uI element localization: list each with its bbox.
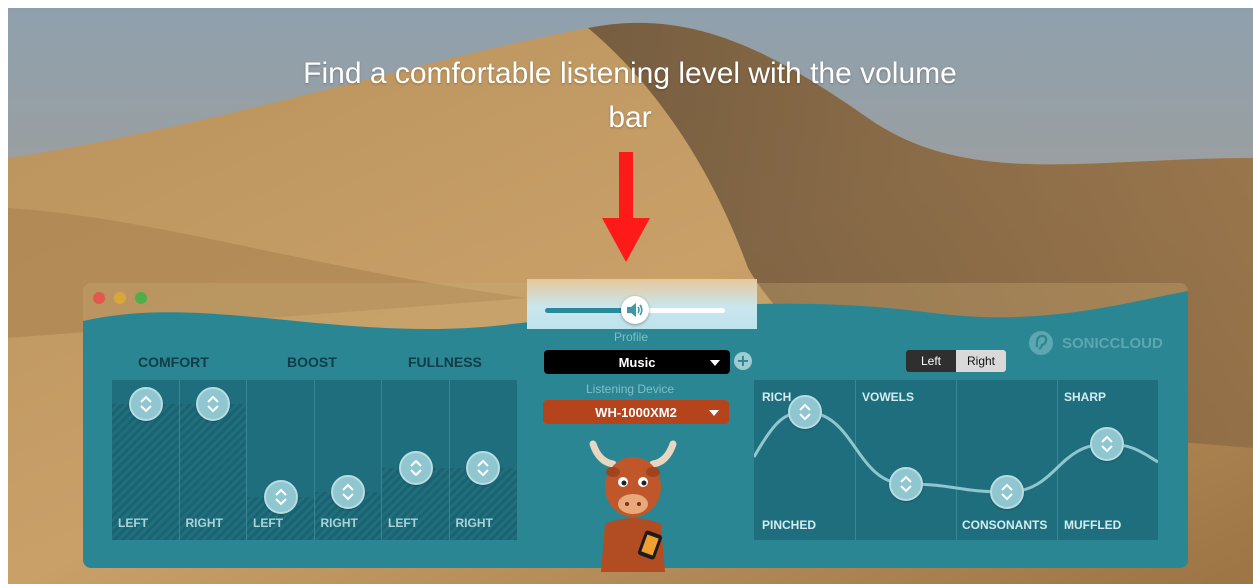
up-down-chevron-icon: [342, 483, 354, 501]
ear-toggle-left[interactable]: Left: [906, 350, 956, 372]
up-down-chevron-icon: [410, 459, 422, 477]
adjust-column-label: RIGHT: [185, 516, 223, 530]
plus-icon: +: [736, 351, 750, 370]
adjust-column-label: LEFT: [253, 516, 283, 530]
pinched-label: PINCHED: [762, 518, 817, 532]
adjust-column: LEFT: [112, 380, 180, 540]
profile-dropdown-value: Music: [618, 354, 656, 370]
tone-slider-knob[interactable]: [1090, 427, 1124, 461]
consonants-label: CONSONANTS: [962, 518, 1048, 532]
speaker-icon: [627, 303, 643, 317]
volume-control-panel: [527, 279, 757, 329]
adjust-slider-knob[interactable]: [196, 387, 231, 421]
profile-label: Profile: [614, 330, 649, 344]
up-down-chevron-icon: [207, 395, 219, 413]
chevron-down-icon: [709, 410, 719, 416]
listening-device-label: Listening Device: [586, 382, 675, 396]
ear-toggle-right[interactable]: Right: [956, 350, 1006, 372]
adjust-slider-knob[interactable]: [263, 479, 298, 514]
tone-slider-knob[interactable]: [788, 395, 822, 429]
minimize-window-button[interactable]: [114, 292, 126, 304]
instruction-line-2: bar: [608, 101, 652, 134]
up-down-chevron-icon: [275, 488, 287, 506]
tone-slider-knob[interactable]: [990, 475, 1024, 509]
up-down-chevron-icon: [799, 403, 811, 421]
volume-slider-knob[interactable]: [621, 296, 649, 324]
up-down-chevron-icon: [900, 475, 912, 493]
instruction-caption: Find a comfortable listening level with …: [230, 52, 1030, 140]
adjust-column: LEFT: [382, 380, 450, 540]
profile-dropdown[interactable]: Music: [544, 350, 730, 374]
up-down-chevron-icon: [477, 459, 489, 477]
adjust-column-label: LEFT: [388, 516, 418, 530]
tone-slider-knob[interactable]: [889, 467, 923, 501]
vowels-label: VOWELS: [862, 390, 915, 404]
ear-logo-icon: [1029, 331, 1053, 355]
chevron-down-icon: [710, 360, 720, 366]
soniccloud-logo: SONICCLOUD: [1028, 330, 1163, 356]
adjust-slider-knob[interactable]: [466, 451, 501, 485]
listening-device-dropdown[interactable]: WH-1000XM2: [543, 400, 729, 424]
muffled-label: MUFFLED: [1064, 518, 1122, 532]
red-arrow-pointer: [602, 152, 650, 262]
adjust-slider-knob[interactable]: [331, 475, 366, 509]
ear-toggle: Left Right: [906, 350, 1006, 372]
boost-header: BOOST: [287, 354, 337, 370]
adjust-column-label: LEFT: [118, 516, 148, 530]
adjust-column-label: RIGHT: [455, 516, 493, 530]
add-profile-button[interactable]: +: [734, 352, 752, 370]
up-down-chevron-icon: [140, 395, 152, 413]
tone-balance-panel: RICH VOWELS SHARP PINCHED CONSONANTS MUF…: [754, 380, 1158, 540]
instruction-line-1: Find a comfortable listening level with …: [303, 57, 957, 90]
screenshot-stage: Find a comfortable listening level with …: [0, 0, 1253, 584]
close-window-button[interactable]: [93, 292, 105, 304]
adjust-column: LEFT: [247, 380, 315, 540]
adjust-column: RIGHT: [314, 380, 382, 540]
listening-device-value: WH-1000XM2: [595, 404, 677, 420]
adjust-column: RIGHT: [179, 380, 247, 540]
sharp-label: SHARP: [1064, 390, 1107, 404]
up-down-chevron-icon: [1001, 483, 1013, 501]
bull-mascot-image: [589, 440, 677, 572]
adjust-slider-knob[interactable]: [398, 451, 433, 485]
fullness-header: FULLNESS: [408, 354, 482, 370]
adjust-slider-knob[interactable]: [128, 387, 163, 421]
adjust-column-label: RIGHT: [320, 516, 358, 530]
audio-adjust-panel: LEFT RIGHT LEFT RIGHT LEFT RIGHT: [112, 380, 517, 540]
brand-name: SONICCLOUD: [1062, 334, 1163, 352]
up-down-chevron-icon: [1101, 435, 1113, 453]
comfort-header: COMFORT: [138, 354, 209, 370]
adjust-column: RIGHT: [449, 380, 517, 540]
zoom-window-button[interactable]: [135, 292, 147, 304]
rich-label: RICH: [762, 390, 792, 404]
